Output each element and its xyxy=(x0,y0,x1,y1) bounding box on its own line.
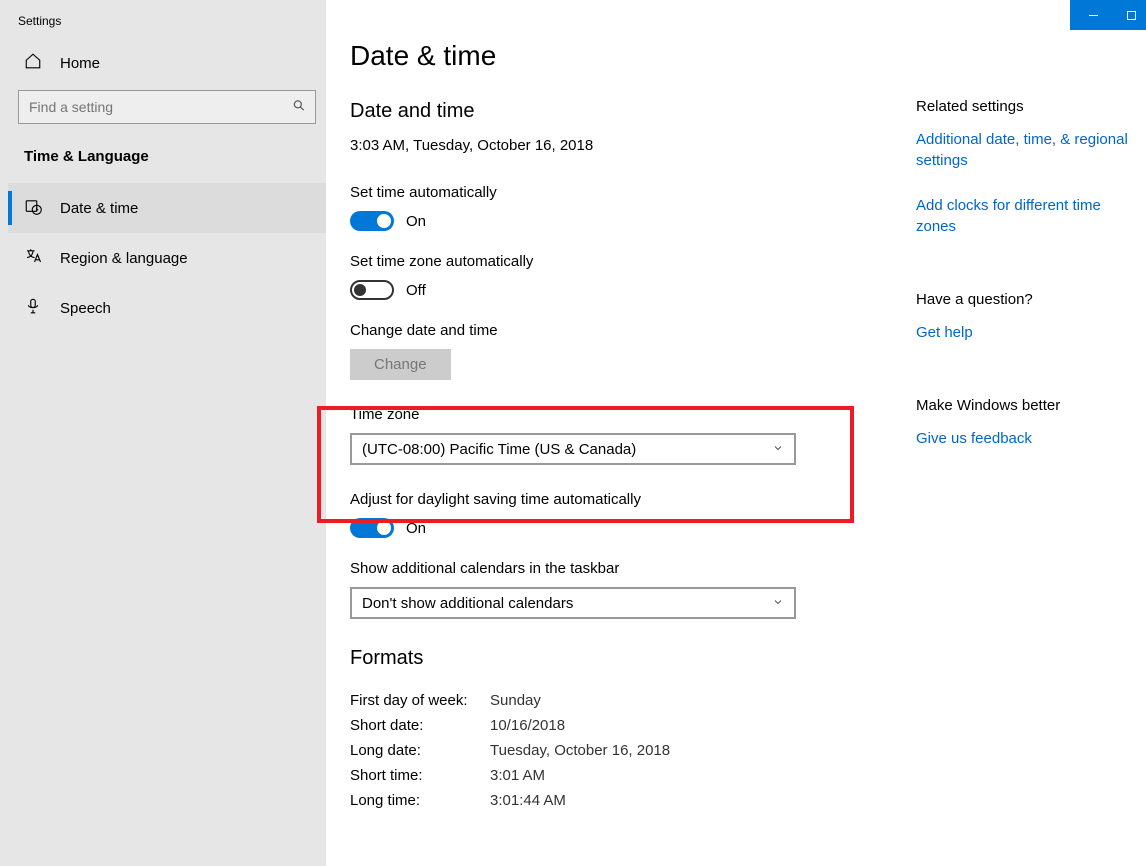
search-wrap xyxy=(18,90,316,124)
timezone-value: (UTC-08:00) Pacific Time (US & Canada) xyxy=(362,441,636,458)
additional-calendars-value: Don't show additional calendars xyxy=(362,595,573,612)
formats-label: Short time: xyxy=(350,767,490,784)
formats-value: 10/16/2018 xyxy=(490,717,565,734)
formats-value: 3:01:44 AM xyxy=(490,792,566,809)
window-title: Settings xyxy=(8,10,326,42)
maximize-button[interactable] xyxy=(1116,0,1146,30)
dst-state: On xyxy=(406,520,426,537)
sidebar-home-label: Home xyxy=(60,55,100,72)
page-title: Date & time xyxy=(350,40,916,72)
sidebar-item-label: Date & time xyxy=(60,200,138,217)
minimize-button[interactable] xyxy=(1070,0,1116,30)
formats-value: 3:01 AM xyxy=(490,767,545,784)
home-icon xyxy=(24,52,42,74)
current-datetime: 3:03 AM, Tuesday, October 16, 2018 xyxy=(350,137,916,154)
sidebar-item-region-language[interactable]: Region & language xyxy=(8,233,326,283)
sidebar: Settings Home Time & Language Date & tim… xyxy=(8,0,326,866)
sidebar-item-date-time[interactable]: Date & time xyxy=(8,183,326,233)
chevron-down-icon xyxy=(772,596,784,611)
sidebar-item-label: Region & language xyxy=(60,250,188,267)
change-button: Change xyxy=(350,349,451,380)
search-icon xyxy=(292,99,306,116)
left-edge-strip xyxy=(0,0,8,866)
formats-row: First day of week:Sunday xyxy=(350,692,916,709)
make-windows-better-heading: Make Windows better xyxy=(916,397,1142,414)
formats-row: Long date:Tuesday, October 16, 2018 xyxy=(350,742,916,759)
microphone-icon xyxy=(24,297,42,319)
timezone-label: Time zone xyxy=(350,406,916,423)
set-tz-auto-toggle[interactable] xyxy=(350,280,394,300)
set-time-auto-state: On xyxy=(406,213,426,230)
language-icon xyxy=(24,247,42,269)
formats-value: Tuesday, October 16, 2018 xyxy=(490,742,670,759)
formats-label: Short date: xyxy=(350,717,490,734)
formats-row: Short date:10/16/2018 xyxy=(350,717,916,734)
additional-calendars-label: Show additional calendars in the taskbar xyxy=(350,560,916,577)
dst-toggle[interactable] xyxy=(350,518,394,538)
link-additional-date-time[interactable]: Additional date, time, & regional settin… xyxy=(916,129,1142,171)
sidebar-item-speech[interactable]: Speech xyxy=(8,283,326,333)
change-date-time-label: Change date and time xyxy=(350,322,916,339)
timezone-dropdown[interactable]: (UTC-08:00) Pacific Time (US & Canada) xyxy=(350,433,796,465)
additional-calendars-dropdown[interactable]: Don't show additional calendars xyxy=(350,587,796,619)
section-date-time-title: Date and time xyxy=(350,100,916,123)
set-time-auto-label: Set time automatically xyxy=(350,184,916,201)
formats-row: Short time:3:01 AM xyxy=(350,767,916,784)
link-add-clocks[interactable]: Add clocks for different time zones xyxy=(916,195,1142,237)
set-time-auto-toggle[interactable] xyxy=(350,211,394,231)
sidebar-home-item[interactable]: Home xyxy=(8,42,326,84)
formats-title: Formats xyxy=(350,647,916,670)
sidebar-item-label: Speech xyxy=(60,300,111,317)
related-settings-heading: Related settings xyxy=(916,98,1142,115)
search-input[interactable] xyxy=(18,90,316,124)
set-tz-auto-label: Set time zone automatically xyxy=(350,253,916,270)
formats-label: First day of week: xyxy=(350,692,490,709)
dst-label: Adjust for daylight saving time automati… xyxy=(350,491,916,508)
link-get-help[interactable]: Get help xyxy=(916,322,1142,343)
clock-calendar-icon xyxy=(24,197,42,219)
formats-label: Long date: xyxy=(350,742,490,759)
main-content: Date & time Date and time 3:03 AM, Tuesd… xyxy=(326,0,916,866)
formats-table: First day of week:Sunday Short date:10/1… xyxy=(350,692,916,809)
chevron-down-icon xyxy=(772,442,784,457)
formats-row: Long time:3:01:44 AM xyxy=(350,792,916,809)
window-controls xyxy=(1070,0,1146,30)
have-question-heading: Have a question? xyxy=(916,291,1142,308)
sidebar-category-title: Time & Language xyxy=(8,138,326,183)
link-give-feedback[interactable]: Give us feedback xyxy=(916,428,1142,449)
set-tz-auto-state: Off xyxy=(406,282,426,299)
formats-value: Sunday xyxy=(490,692,541,709)
right-column: Related settings Additional date, time, … xyxy=(916,0,1146,866)
formats-label: Long time: xyxy=(350,792,490,809)
